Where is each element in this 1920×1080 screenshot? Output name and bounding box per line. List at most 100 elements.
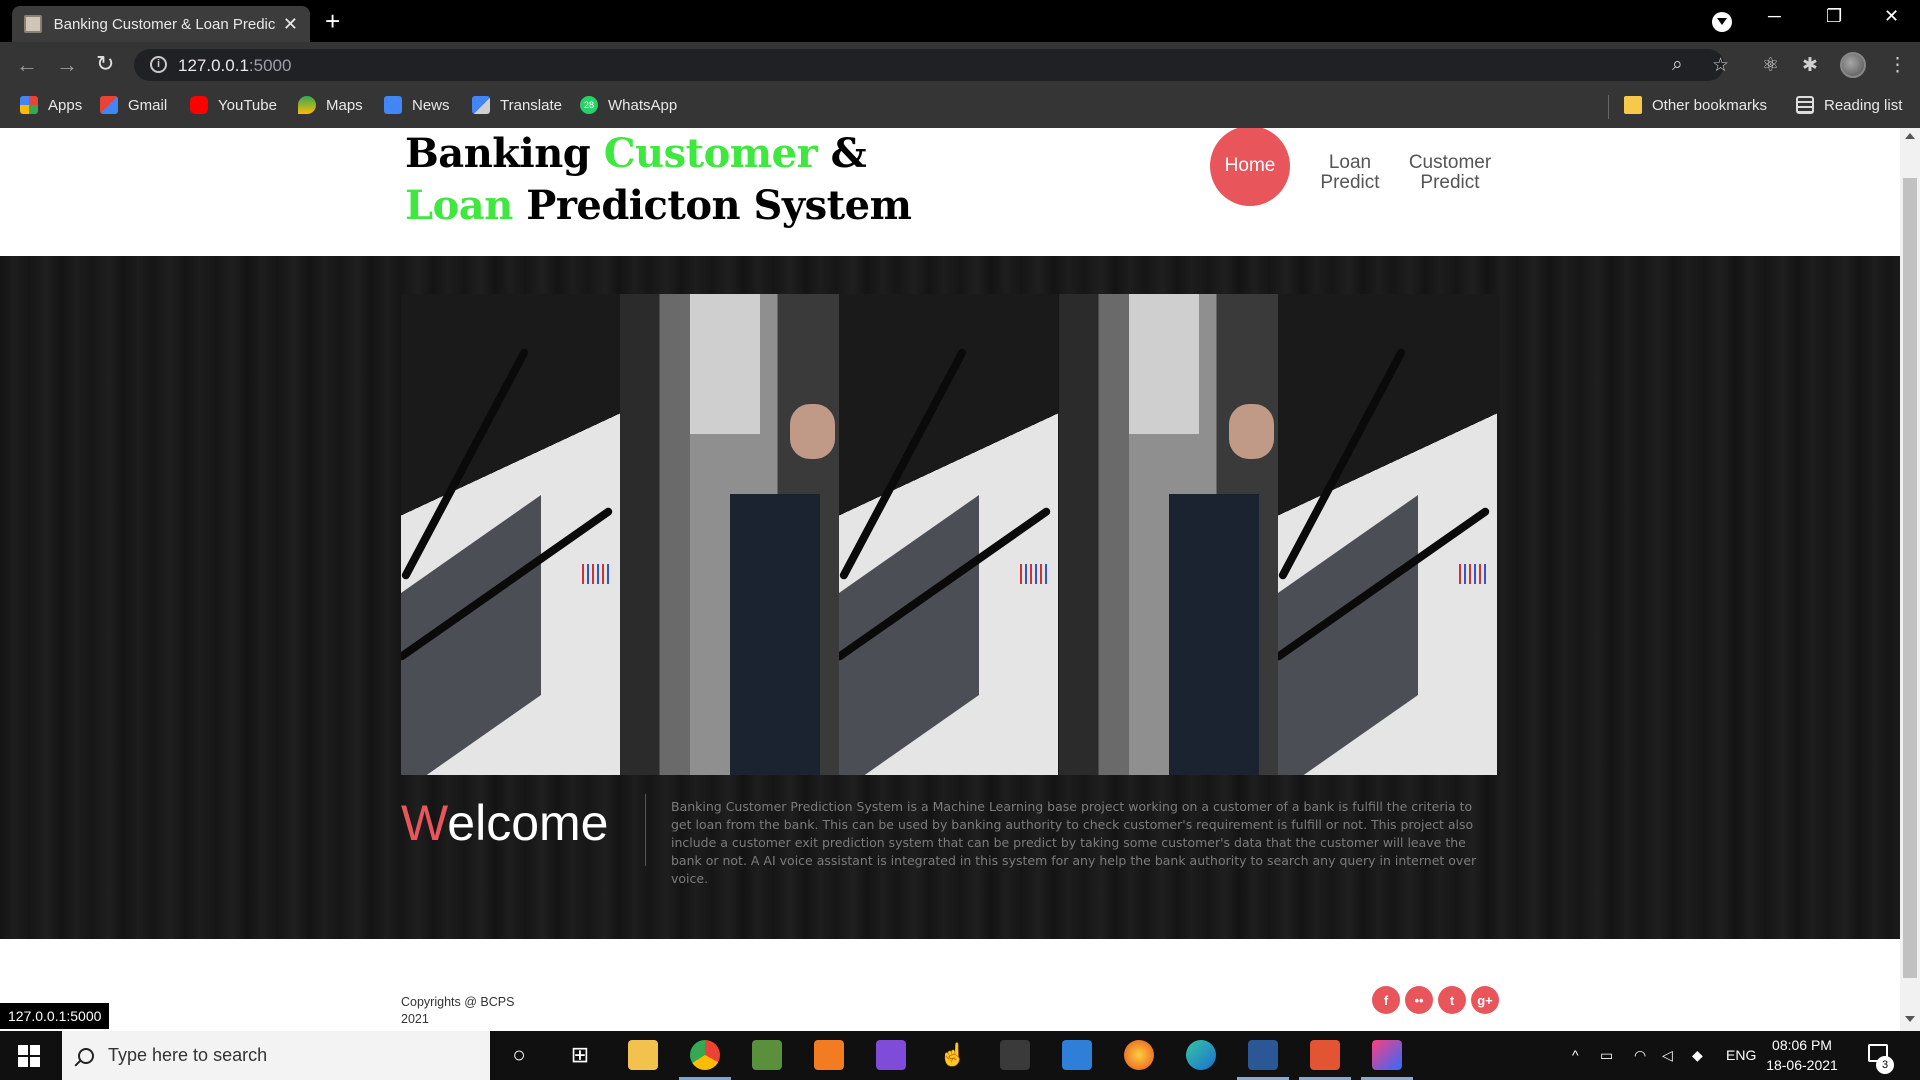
- bookmark-label: WhatsApp: [608, 96, 678, 114]
- maps-icon: [298, 96, 316, 114]
- new-tab-button[interactable]: +: [325, 6, 340, 37]
- apps-grid-icon: [20, 96, 38, 114]
- folder-icon: [1624, 96, 1642, 114]
- wifi-icon[interactable]: ◠: [1634, 1047, 1646, 1064]
- logo-line-1: Banking Customer &: [405, 128, 911, 180]
- address-bar[interactable]: [134, 49, 1724, 81]
- xampp-icon[interactable]: [814, 1040, 844, 1070]
- bookmark-label: Gmail: [128, 96, 168, 114]
- copyright-year: 2021: [401, 1012, 429, 1026]
- predator-sense-icon[interactable]: [1000, 1040, 1030, 1070]
- volume-icon[interactable]: ◁: [1662, 1047, 1673, 1064]
- bookmark-youtube[interactable]: YouTube: [190, 96, 277, 114]
- tab-search-icon[interactable]: [1712, 12, 1732, 32]
- tab-close-icon[interactable]: ✕: [283, 14, 298, 35]
- hero-section: Welcome Banking Customer Prediction Syst…: [0, 256, 1900, 939]
- battery-icon[interactable]: ▭: [1600, 1047, 1613, 1064]
- dropbox-icon[interactable]: ◆: [1692, 1047, 1703, 1064]
- reading-list-icon: [1796, 96, 1814, 114]
- logo-word: Predicton System: [512, 182, 912, 229]
- logo-word: &: [817, 130, 867, 177]
- taskbar-clock[interactable]: 08:06 PM 18-06-2021: [1762, 1035, 1842, 1075]
- eclipse-like-icon[interactable]: [1310, 1040, 1340, 1070]
- zoom-icon[interactable]: ⌕: [1672, 54, 1683, 76]
- bookmark-apps[interactable]: Apps: [20, 96, 82, 114]
- scroll-down-icon[interactable]: [1905, 1016, 1915, 1022]
- web-page: Banking Customer & Loan Predicton System…: [0, 128, 1900, 1031]
- welcome-heading: Welcome: [401, 794, 608, 852]
- tab-title: Banking Customer & Loan Predic: [53, 15, 276, 33]
- mail-icon[interactable]: [1062, 1040, 1092, 1070]
- back-icon[interactable]: ←: [16, 52, 38, 78]
- scroll-up-icon[interactable]: [1905, 133, 1915, 139]
- footer-copyright: Copyrights @ BCPS 2021: [401, 994, 541, 1028]
- twitter-icon[interactable]: t: [1438, 986, 1466, 1014]
- other-bookmarks[interactable]: Other bookmarks: [1624, 96, 1767, 114]
- nav-loan-predict[interactable]: Loan Predict: [1300, 153, 1400, 193]
- logo-line-2: Loan Predicton System: [405, 180, 912, 232]
- bookmark-star-icon[interactable]: ☆: [1712, 54, 1729, 77]
- url-port: :5000: [248, 56, 292, 75]
- edge-icon[interactable]: [1186, 1040, 1216, 1070]
- close-window-icon[interactable]: ✕: [1884, 6, 1899, 27]
- react-devtools-icon[interactable]: ⚛: [1762, 54, 1779, 77]
- bookmark-label: Maps: [326, 96, 363, 114]
- bookmark-label: Apps: [48, 96, 83, 114]
- gmail-icon: [100, 96, 118, 114]
- forward-icon[interactable]: →: [56, 52, 78, 78]
- notification-count-badge: 3: [1876, 1056, 1894, 1074]
- extensions-icon[interactable]: ✱: [1802, 54, 1818, 77]
- site-info-icon[interactable]: i: [150, 56, 167, 73]
- bookmark-translate[interactable]: Translate: [472, 96, 562, 114]
- nav-home[interactable]: Home: [1210, 128, 1290, 206]
- intellij-icon[interactable]: [1372, 1040, 1402, 1070]
- minimize-icon[interactable]: ─: [1768, 6, 1781, 27]
- firefox-icon[interactable]: [1124, 1040, 1154, 1070]
- bookmark-label: Translate: [500, 96, 562, 114]
- tray-expand-icon[interactable]: ^: [1572, 1047, 1579, 1063]
- other-bookmarks-label: Other bookmarks: [1652, 96, 1768, 114]
- url-host: 127.0.0.1: [178, 56, 249, 75]
- address-url[interactable]: 127.0.0.1:5000: [178, 56, 291, 76]
- scrollbar-thumb[interactable]: [1903, 178, 1917, 978]
- chrome-icon[interactable]: [690, 1040, 720, 1070]
- reading-list[interactable]: Reading list: [1796, 96, 1902, 114]
- image-slider[interactable]: [401, 294, 1497, 775]
- google-plus-icon[interactable]: g+: [1471, 986, 1499, 1014]
- project-description: Banking Customer Prediction System is a …: [671, 799, 1477, 886]
- bookmark-gmail[interactable]: Gmail: [100, 96, 167, 114]
- bookmarks-divider: [1608, 95, 1609, 119]
- nav-label: Loan: [1328, 152, 1372, 173]
- site-logo[interactable]: Banking Customer & Loan Predicton System: [405, 128, 912, 232]
- word-icon[interactable]: [1248, 1040, 1278, 1070]
- taskbar-search[interactable]: Type here to search: [62, 1031, 490, 1080]
- notepad-plus-icon[interactable]: [752, 1040, 782, 1070]
- task-view-icon[interactable]: ⊞: [565, 1040, 595, 1070]
- menu-kebab-icon[interactable]: ⋮: [1888, 54, 1907, 77]
- welcome-initial: W: [401, 795, 448, 851]
- browser-tab[interactable]: Banking Customer & Loan Predic ✕: [12, 6, 310, 42]
- site-favicon-icon: [24, 15, 42, 33]
- visual-studio-icon[interactable]: [876, 1040, 906, 1070]
- restore-icon[interactable]: ❐: [1826, 6, 1842, 27]
- reload-icon[interactable]: ↻: [96, 51, 114, 77]
- bookmark-whatsapp[interactable]: 28 WhatsApp: [580, 96, 677, 114]
- news-icon: [384, 96, 402, 114]
- language-indicator[interactable]: ENG: [1726, 1047, 1756, 1063]
- slider-panel-suit: [1058, 294, 1278, 775]
- slider-panel-desk: [1277, 294, 1497, 775]
- facebook-icon[interactable]: f: [1372, 986, 1400, 1014]
- flickr-icon[interactable]: ••: [1405, 986, 1433, 1014]
- reading-list-label: Reading list: [1824, 96, 1903, 114]
- profile-avatar[interactable]: [1840, 52, 1866, 78]
- hand-pointer-icon[interactable]: ☝: [938, 1040, 968, 1070]
- search-placeholder: Type here to search: [108, 1045, 268, 1065]
- slider-panel-suit: [620, 294, 840, 775]
- nav-customer-predict[interactable]: Customer Predict: [1400, 153, 1500, 193]
- windows-start-icon[interactable]: [18, 1045, 40, 1067]
- bookmark-news[interactable]: News: [384, 96, 450, 114]
- file-explorer-icon[interactable]: [628, 1040, 658, 1070]
- bookmark-maps[interactable]: Maps: [298, 96, 363, 114]
- cortana-icon[interactable]: ○: [504, 1040, 534, 1070]
- logo-word-green: Loan: [405, 182, 513, 229]
